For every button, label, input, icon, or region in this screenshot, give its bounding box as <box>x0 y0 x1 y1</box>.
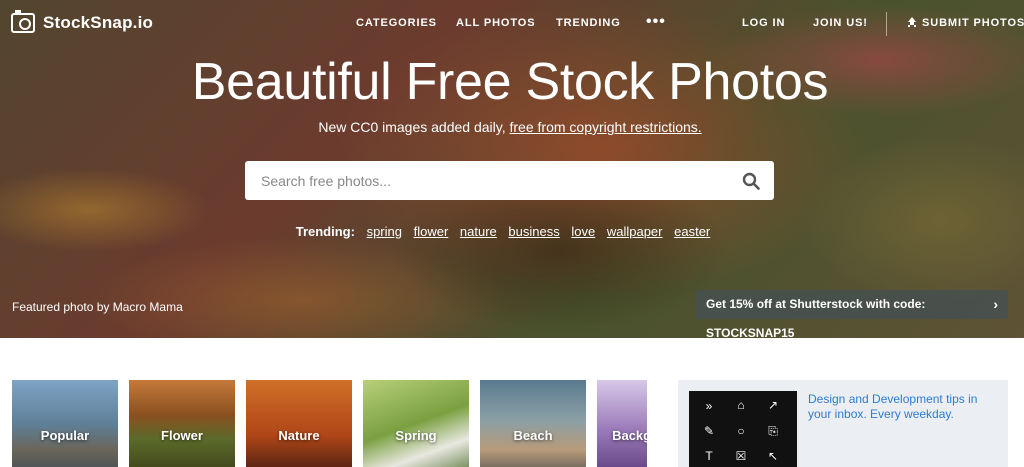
submit-photos-link[interactable]: SUBMIT PHOTOS <box>907 17 1024 29</box>
cursor-plus-icon: ↗ <box>767 398 779 412</box>
upload-icon <box>907 17 917 27</box>
home-icon: ⌂ <box>737 398 745 412</box>
logo-text: StockSnap.io <box>43 13 154 32</box>
site-logo[interactable]: StockSnap.io <box>11 10 154 33</box>
trend-tag-easter[interactable]: easter <box>674 224 710 239</box>
credit-author-link[interactable]: Macro Mama <box>113 300 183 314</box>
ad-icon-grid: » ⌂ ↗ ✎ ○ ⎘ T ☒ ↖ <box>689 391 797 467</box>
search-icon[interactable] <box>742 172 760 190</box>
more-menu-icon[interactable]: ••• <box>646 13 666 31</box>
ad-text: Design and Development tips in your inbo… <box>808 392 978 421</box>
pen-icon: ✎ <box>703 424 715 438</box>
category-card-spring[interactable]: Spring <box>363 380 469 467</box>
crop-icon: ☒ <box>735 449 747 463</box>
category-label: Spring <box>395 428 437 443</box>
nav-divider <box>886 12 887 36</box>
double-chevron-icon: » <box>705 399 713 413</box>
category-card-popular[interactable]: Popular <box>12 380 118 467</box>
hero-title: Beautiful Free Stock Photos <box>191 53 829 111</box>
search-input[interactable] <box>245 161 725 200</box>
category-label: Beach <box>513 428 553 443</box>
chevron-right-icon: › <box>993 296 998 312</box>
nav-trending[interactable]: TRENDING <box>556 17 621 29</box>
category-label: Popular <box>40 428 90 443</box>
credit-prefix: Featured photo by <box>12 300 113 314</box>
join-link[interactable]: JOIN US! <box>813 17 868 29</box>
category-card-flower[interactable]: Flower <box>129 380 235 467</box>
trend-tag-spring[interactable]: spring <box>367 224 402 239</box>
trend-tag-flower[interactable]: flower <box>414 224 449 239</box>
camera-logo-icon <box>11 10 35 33</box>
newsletter-ad[interactable]: » ⌂ ↗ ✎ ○ ⎘ T ☒ ↖ Design and Development… <box>678 380 1008 467</box>
category-label: Nature <box>278 428 320 443</box>
shutterstock-promo-button[interactable]: Get 15% off at Shutterstock with code: S… <box>696 290 1008 338</box>
top-navbar: StockSnap.io CATEGORIES ALL PHOTOS TREND… <box>0 0 1024 48</box>
trend-tag-wallpaper[interactable]: wallpaper <box>607 224 663 239</box>
search-box <box>245 161 774 200</box>
featured-credit: Featured photo by Macro Mama <box>12 300 183 314</box>
copyright-link[interactable]: free from copyright restrictions. <box>510 119 702 135</box>
arrow-icon: ↖ <box>767 449 779 463</box>
login-link[interactable]: LOG IN <box>742 17 785 29</box>
category-label: Flower <box>161 428 203 443</box>
trend-tag-love[interactable]: love <box>571 224 595 239</box>
file-icon: ⎘ <box>768 424 778 438</box>
hero-banner: StockSnap.io CATEGORIES ALL PHOTOS TREND… <box>0 0 1024 338</box>
nav-categories[interactable]: CATEGORIES <box>356 17 437 29</box>
category-strip: Popular Flower Nature Spring Beach Backg… <box>0 338 660 467</box>
trend-tag-nature[interactable]: nature <box>460 224 497 239</box>
trending-label: Trending: <box>295 224 355 239</box>
nav-all-photos[interactable]: ALL PHOTOS <box>456 17 536 29</box>
trend-tag-business[interactable]: business <box>508 224 559 239</box>
category-card-beach[interactable]: Beach <box>480 380 586 467</box>
trending-tags: Trending: spring flower nature business … <box>0 224 1010 239</box>
lasso-icon: ○ <box>737 424 745 438</box>
category-card-nature[interactable]: Nature <box>246 380 352 467</box>
category-label: Background <box>612 428 647 443</box>
hero-subtitle: New CC0 images added daily, free from co… <box>0 119 1020 135</box>
category-card-background[interactable]: Background <box>597 380 647 467</box>
subtitle-text: New CC0 images added daily, <box>318 119 510 135</box>
text-tool-icon: T <box>705 449 713 463</box>
submit-photos-label: SUBMIT PHOTOS <box>922 17 1024 29</box>
